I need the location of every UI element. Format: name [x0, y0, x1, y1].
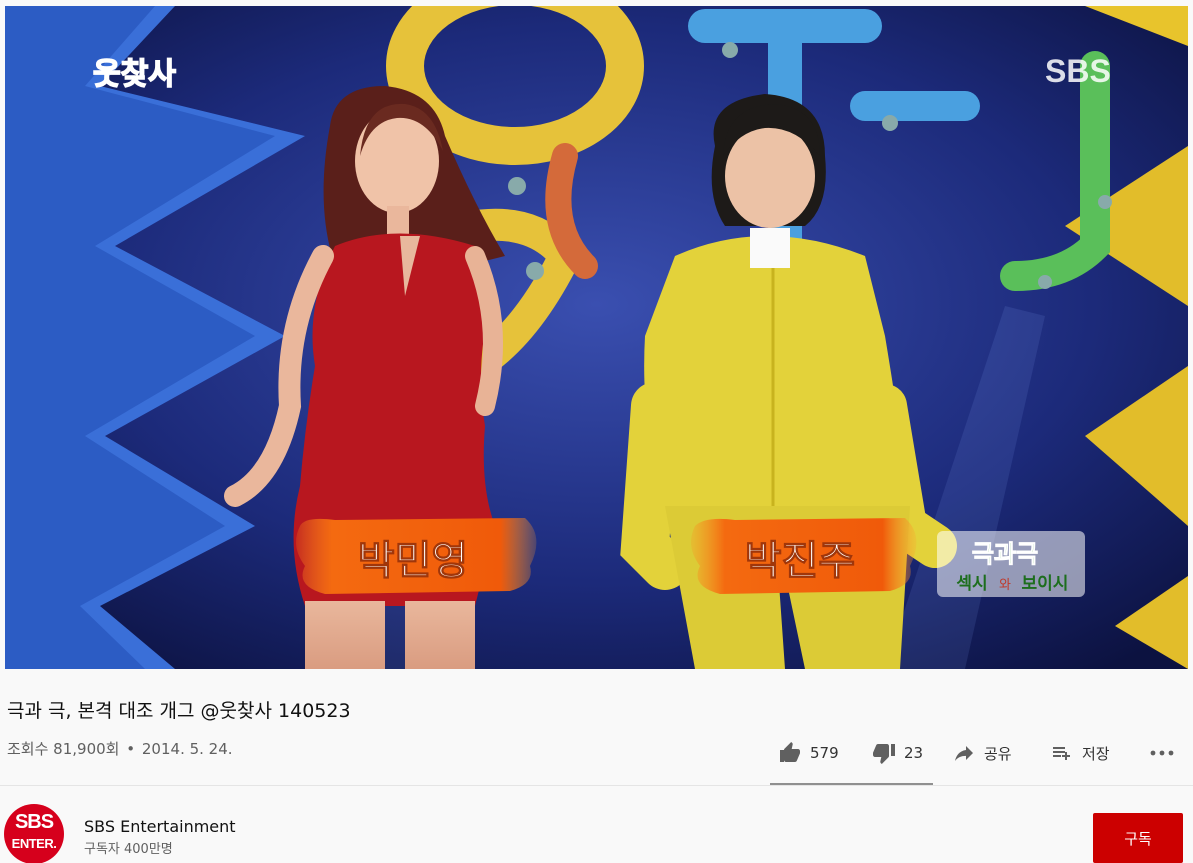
video-frame: 웃찾사 SBS 박민영 박진주 극과극 섹시 와 보이시: [5, 6, 1188, 669]
caption-left: 박민영: [358, 538, 468, 584]
avatar-text-top: SBS: [14, 811, 54, 833]
video-actions: 579 23 공유 저장: [768, 736, 1193, 770]
segment-badge-mid: 와: [999, 578, 1011, 593]
save-button[interactable]: 저장: [1050, 736, 1110, 770]
playlist-add-icon: [1050, 741, 1074, 765]
caption-right-banner: 박진주: [691, 518, 917, 594]
save-label: 저장: [1082, 744, 1110, 763]
share-button[interactable]: 공유: [952, 736, 1012, 770]
channel-avatar[interactable]: SBS ENTER.: [4, 804, 64, 863]
show-logo: 웃찾사: [93, 57, 176, 92]
channel-name[interactable]: SBS Entertainment: [84, 817, 236, 836]
more-actions-button[interactable]: [1148, 736, 1176, 770]
segment-badge: 극과극 섹시 와 보이시: [937, 531, 1085, 597]
avatar-text-bottom: ENTER.: [11, 836, 57, 851]
thumbs-down-icon: [872, 741, 896, 765]
segment-badge-b: 보이시: [1022, 574, 1069, 594]
like-button[interactable]: 579: [778, 736, 839, 770]
share-label: 공유: [984, 744, 1012, 763]
subscriber-count: 구독자 400만명: [84, 842, 173, 857]
meta-separator: •: [126, 740, 136, 758]
more-horizontal-icon: [1148, 741, 1176, 765]
share-icon: [952, 741, 976, 765]
caption-left-banner: 박민영: [296, 518, 537, 594]
video-title: 극과 극, 본격 대조 개그 @웃찾사 140523: [7, 700, 351, 722]
section-divider: [0, 785, 1193, 786]
caption-right: 박진주: [745, 538, 855, 584]
segment-badge-a: 섹시: [956, 574, 987, 594]
dislike-button[interactable]: 23: [872, 736, 923, 770]
broadcaster-watermark: SBS: [1045, 53, 1111, 89]
subscribe-button[interactable]: 구독: [1093, 813, 1183, 863]
video-meta: 조회수 81,900회 • 2014. 5. 24.: [7, 738, 235, 759]
like-count: 579: [810, 744, 839, 762]
video-player[interactable]: 웃찾사 SBS 박민영 박진주 극과극 섹시 와 보이시: [5, 6, 1188, 669]
upload-date: 2014. 5. 24.: [141, 740, 233, 758]
dislike-count: 23: [904, 744, 924, 762]
segment-badge-top: 극과극: [972, 540, 1038, 568]
view-count: 조회수 81,900회: [7, 740, 120, 758]
thumbs-up-icon: [778, 741, 802, 765]
